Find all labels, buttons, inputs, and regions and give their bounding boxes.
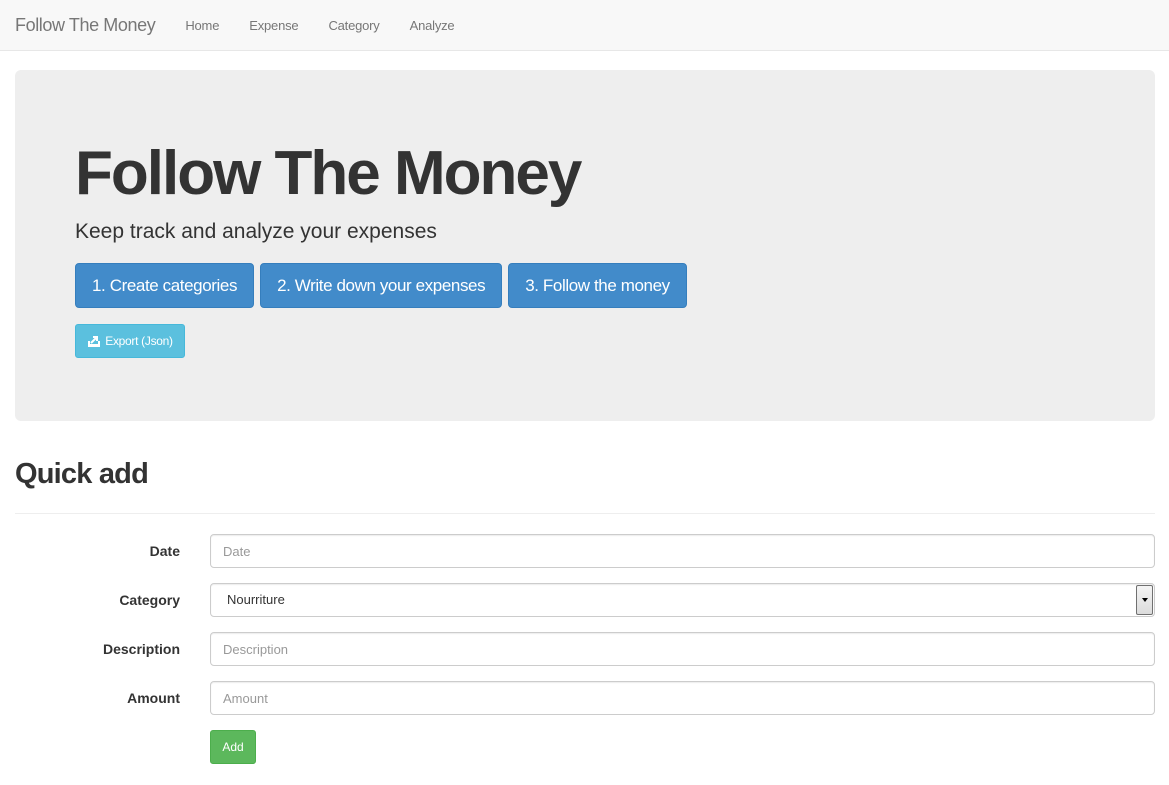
date-input[interactable] bbox=[210, 534, 1155, 568]
step-buttons: 1. Create categories 2. Write down your … bbox=[75, 263, 693, 308]
category-label: Category bbox=[119, 592, 180, 608]
category-selected-value: Nourriture bbox=[227, 592, 285, 607]
nav-links: Home Expense Category Analyze bbox=[170, 18, 469, 33]
date-row: Date bbox=[0, 534, 1169, 568]
nav-category[interactable]: Category bbox=[313, 18, 394, 33]
description-row: Description bbox=[0, 632, 1169, 666]
nav-expense[interactable]: Expense bbox=[234, 18, 313, 33]
amount-row: Amount bbox=[0, 681, 1169, 715]
add-button[interactable]: Add bbox=[210, 730, 256, 764]
chevron-down-icon[interactable] bbox=[1136, 585, 1153, 615]
date-label: Date bbox=[149, 543, 180, 559]
description-label: Description bbox=[102, 641, 180, 657]
hero-subtitle: Keep track and analyze your expenses bbox=[75, 220, 437, 243]
follow-money-button[interactable]: 3. Follow the money bbox=[508, 263, 687, 308]
amount-input[interactable] bbox=[210, 681, 1155, 715]
description-input[interactable] bbox=[210, 632, 1155, 666]
section-divider bbox=[15, 513, 1155, 514]
nav-home[interactable]: Home bbox=[170, 18, 234, 33]
export-icon bbox=[88, 336, 101, 347]
category-row: Category Nourriture bbox=[0, 583, 1169, 617]
top-navbar: Follow The Money Home Expense Category A… bbox=[0, 0, 1169, 51]
nav-analyze[interactable]: Analyze bbox=[395, 18, 470, 33]
hero-title: Follow The Money bbox=[75, 139, 582, 208]
write-expenses-button[interactable]: 2. Write down your expenses bbox=[260, 263, 503, 308]
hero-jumbotron: Follow The Money Keep track and analyze … bbox=[15, 70, 1155, 421]
amount-label: Amount bbox=[127, 690, 180, 706]
category-select[interactable]: Nourriture bbox=[210, 583, 1155, 617]
navbar-brand[interactable]: Follow The Money bbox=[15, 15, 156, 36]
quick-add-title: Quick add bbox=[15, 458, 149, 490]
export-json-label: Export (Json) bbox=[105, 334, 173, 348]
create-categories-button[interactable]: 1. Create categories bbox=[75, 263, 255, 308]
export-json-button[interactable]: Export (Json) bbox=[75, 324, 185, 358]
